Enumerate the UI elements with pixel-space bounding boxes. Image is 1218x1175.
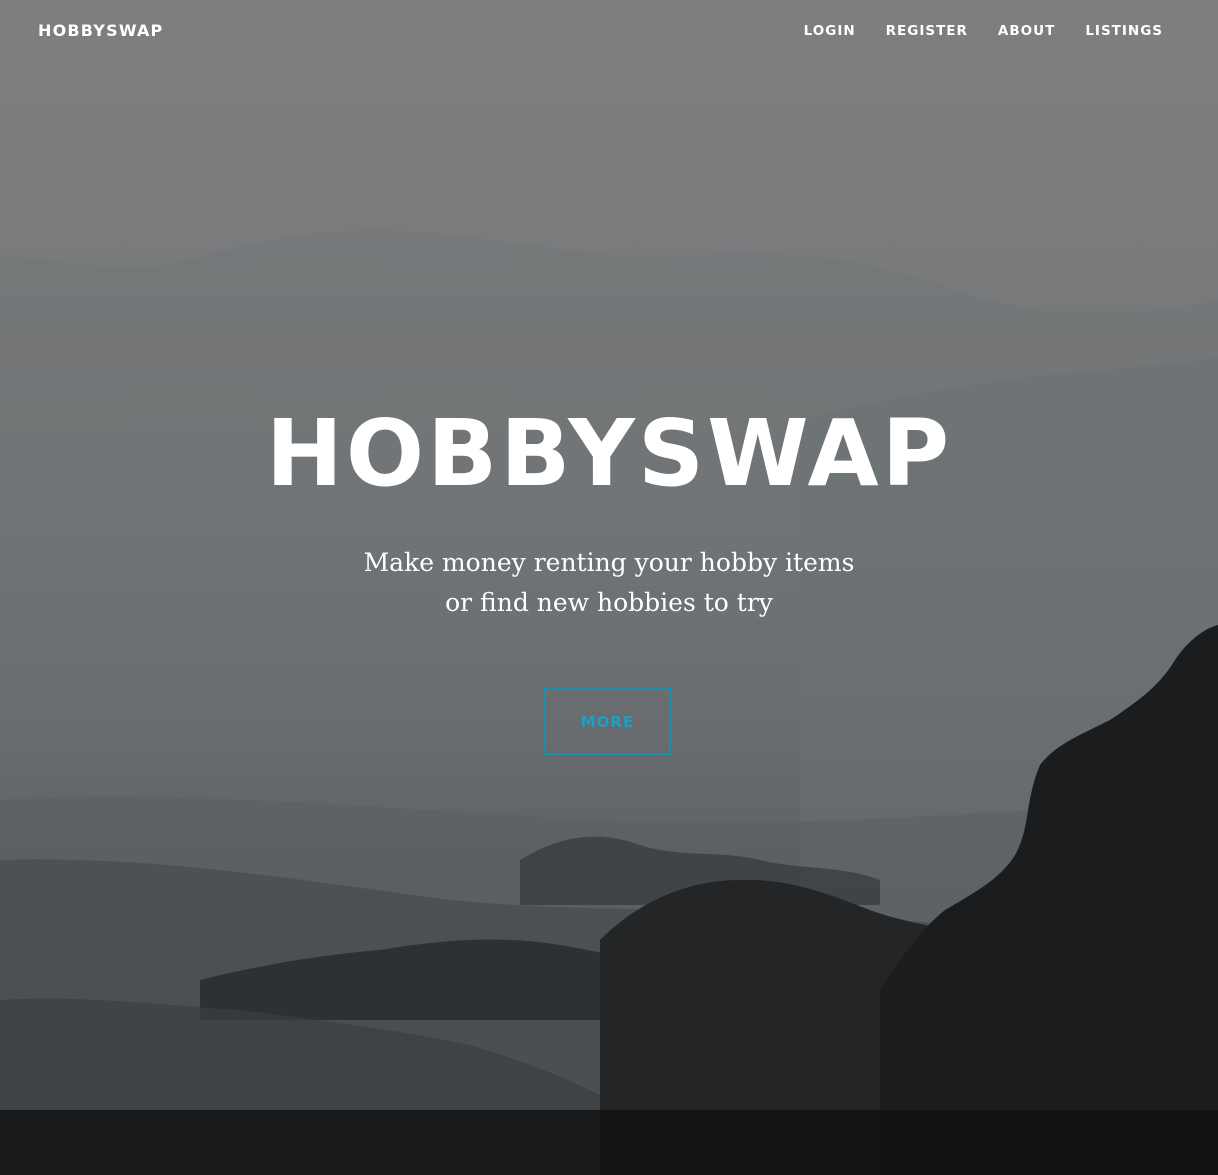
brand-logo-link[interactable]: HOBBYSWAP [38, 21, 163, 40]
hero-subtitle-line-1: Make money renting your hobby items [363, 548, 855, 577]
hero-title: HOBBYSWAP [265, 400, 953, 507]
nav-link-listings[interactable]: LISTINGS [1085, 23, 1163, 39]
top-navigation-bar: HOBBYSWAP LOGIN REGISTER ABOUT LISTINGS [0, 0, 1218, 66]
nav-link-login[interactable]: LOGIN [804, 23, 856, 39]
nav-links: LOGIN REGISTER ABOUT LISTINGS [804, 23, 1163, 39]
hero-section: HOBBYSWAP LOGIN REGISTER ABOUT LISTINGS … [0, 0, 1218, 1175]
bottom-shadow [0, 1110, 1218, 1175]
hero-subtitle: Make money renting your hobby items or f… [0, 543, 1218, 623]
more-button[interactable]: MORE [544, 688, 671, 755]
hero-subtitle-line-2: or find new hobbies to try [445, 588, 773, 617]
nav-link-about[interactable]: ABOUT [998, 23, 1055, 39]
nav-link-register[interactable]: REGISTER [886, 23, 968, 39]
